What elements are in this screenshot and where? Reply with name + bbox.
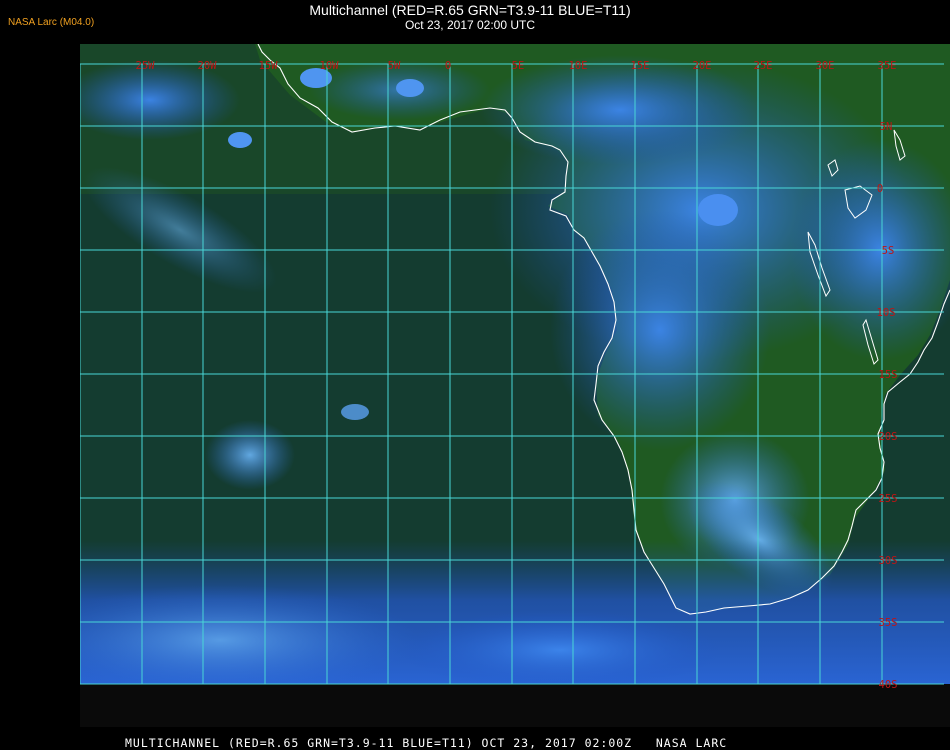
- lat-label-30s: 30S: [879, 555, 898, 567]
- credit-label: NASA Larc (M04.0): [8, 17, 95, 28]
- cloud-cell-n: [396, 79, 424, 97]
- cloud-cell-w: [228, 132, 252, 148]
- lat-label-0: 0: [877, 183, 883, 195]
- image-title: Multichannel (RED=R.65 GRN=T3.9-11 BLUE=…: [309, 2, 631, 18]
- lon-label-35e: 35E: [878, 60, 897, 72]
- lon-label-10e: 10E: [569, 60, 588, 72]
- lon-label-5w: 5W: [388, 60, 401, 72]
- lat-label-5n: 5N: [880, 121, 893, 133]
- lat-label-5s: 5S: [882, 245, 895, 257]
- cloud-central: [550, 210, 770, 450]
- footer-caption: MULTICHANNEL (RED=R.65 GRN=T3.9-11 BLUE=…: [125, 736, 728, 750]
- lon-label-20e: 20E: [693, 60, 712, 72]
- lon-label-25e: 25E: [754, 60, 773, 72]
- lon-label-15w: 15W: [259, 60, 279, 72]
- lon-label-0: 0: [445, 60, 451, 72]
- cloud-hook: [341, 404, 369, 420]
- lat-label-35s: 35S: [879, 617, 898, 629]
- lon-label-5e: 5E: [512, 60, 525, 72]
- lon-label-10w: 10W: [320, 60, 340, 72]
- lon-label-30e: 30E: [816, 60, 835, 72]
- cloud-storm-cell: [698, 194, 738, 226]
- cloud-patch-midatlantic: [205, 420, 295, 490]
- lon-label-25w: 25W: [136, 60, 156, 72]
- lat-label-15s: 15S: [879, 369, 898, 381]
- lat-label-20s: 20S: [879, 431, 898, 443]
- lat-label-10s: 10S: [877, 307, 896, 319]
- lon-label-20w: 20W: [198, 60, 218, 72]
- lower-strip: [80, 684, 950, 727]
- satellite-map: 25W 20W 15W 10W 5W 0 5E 10E 15E 20E 25E …: [80, 44, 950, 727]
- lat-label-40s: 40S: [879, 679, 898, 691]
- lon-label-15e: 15E: [631, 60, 650, 72]
- lat-label-25s: 25S: [879, 493, 898, 505]
- image-timestamp: Oct 23, 2017 02:00 UTC: [404, 18, 536, 32]
